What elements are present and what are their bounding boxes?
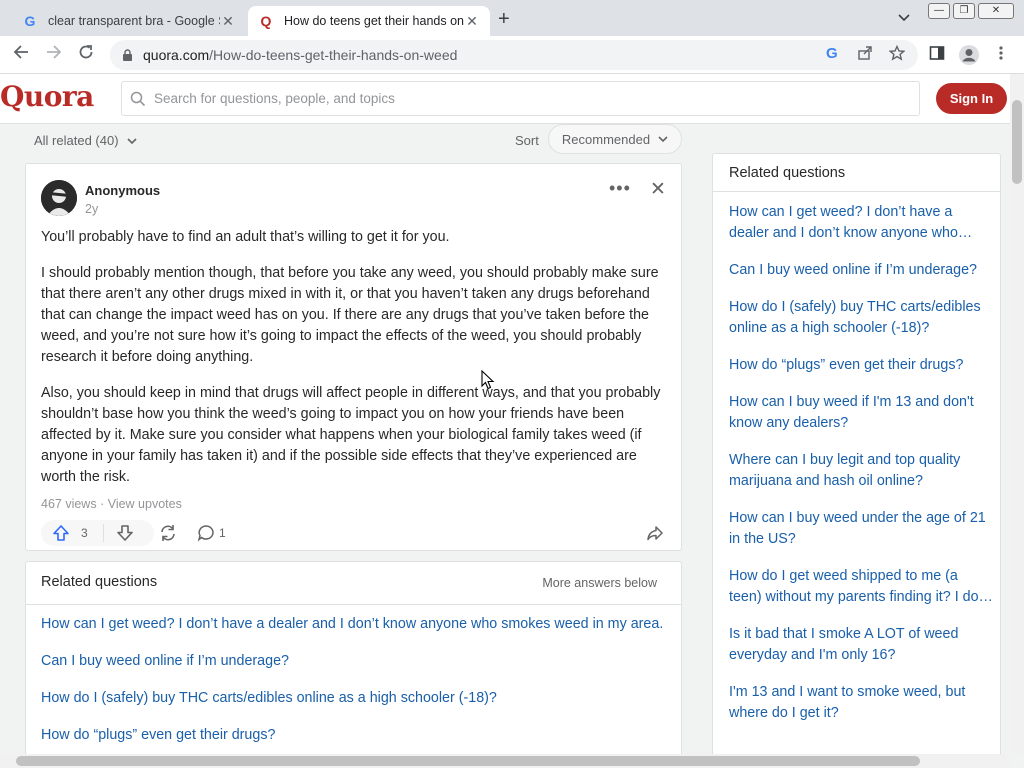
quora-favicon-icon: Q: [260, 13, 272, 29]
upvote-icon[interactable]: [52, 524, 70, 547]
sidebar-question-link[interactable]: How do “plugs” even get their drugs?: [729, 355, 994, 376]
search-icon: [130, 91, 146, 106]
search-placeholder: Search for questions, people, and topics: [154, 91, 395, 106]
sidebar-question-link[interactable]: How can I get weed? I don’t have a deale…: [729, 202, 994, 244]
all-related-dropdown[interactable]: All related (40): [34, 133, 137, 148]
related-question-link[interactable]: How do I (safely) buy THC carts/edibles …: [41, 688, 666, 709]
related-questions-card: Related questions More answers below How…: [25, 561, 682, 761]
close-tab-icon[interactable]: ✕: [220, 13, 236, 30]
related-title: Related questions: [41, 574, 158, 590]
sidebar-question-link[interactable]: How do I get weed shipped to me (a teen)…: [729, 566, 994, 608]
sidebar-question-link[interactable]: How can I buy weed under the age of 21 i…: [729, 508, 994, 550]
horizontal-scroll-thumb[interactable]: [16, 756, 920, 766]
sort-label: Sort: [515, 133, 539, 148]
related-question-link[interactable]: How can I get weed? I don’t have a deale…: [41, 614, 666, 635]
answer-paragraph: You’ll probably have to find an adult th…: [41, 229, 450, 245]
all-related-label: All related (40): [34, 133, 119, 148]
browser-toolbar: quora.com/How-do-teens-get-their-hands-o…: [0, 36, 1024, 74]
answer-actions: 3 1: [41, 520, 671, 546]
horizontal-scrollbar[interactable]: [0, 754, 1010, 768]
downvote-icon[interactable]: [116, 524, 134, 547]
more-options-icon[interactable]: •••: [609, 178, 631, 199]
back-arrow-icon[interactable]: [13, 44, 29, 64]
sidebar-question-link[interactable]: How can I buy weed if I'm 13 and don't k…: [729, 392, 994, 434]
forward-arrow-icon[interactable]: [46, 44, 62, 64]
avatar[interactable]: [41, 180, 77, 216]
sidebar-list: How can I get weed? I don’t have a deale…: [729, 202, 994, 740]
browser-menu-icon[interactable]: [999, 45, 1003, 65]
sidebar-question-link[interactable]: I'm 13 and I want to smoke weed, but whe…: [729, 682, 994, 724]
chevron-down-icon: [127, 138, 137, 145]
related-question-link[interactable]: How do “plugs” even get their drugs?: [41, 725, 666, 746]
author-name[interactable]: Anonymous: [85, 183, 160, 198]
close-tab-icon[interactable]: ✕: [464, 13, 480, 30]
mouse-cursor-icon: [481, 370, 495, 390]
url-text: quora.com/How-do-teens-get-their-hands-o…: [143, 47, 458, 63]
anonymous-avatar-icon: [41, 180, 77, 216]
related-question-link[interactable]: Can I buy weed online if I’m underage?: [41, 651, 666, 672]
tab-title: clear transparent bra - Google Se: [48, 14, 220, 28]
answer-meta: 467 views · View upvotes: [41, 497, 182, 511]
chevron-down-icon: [658, 135, 668, 142]
sidebar-question-link[interactable]: Where can I buy legit and top quality ma…: [729, 450, 994, 492]
upvote-count: 3: [81, 526, 88, 540]
browser-tab-strip: G clear transparent bra - Google Se ✕ Q …: [0, 0, 1024, 36]
sort-row: All related (40) Sort Recommended: [34, 124, 684, 154]
quora-logo[interactable]: Quora: [0, 80, 94, 113]
address-bar[interactable]: quora.com/How-do-teens-get-their-hands-o…: [110, 40, 918, 70]
sort-value: Recommended: [561, 131, 651, 147]
sidebar-question-link[interactable]: How do I (safely) buy THC carts/edibles …: [729, 297, 994, 339]
lock-icon: [123, 49, 132, 61]
sign-in-button[interactable]: Sign In: [936, 83, 1007, 114]
tab-quora[interactable]: Q How do teens get their hands on ✕: [248, 6, 490, 36]
comment-count: 1: [219, 526, 226, 540]
sidebar-title: Related questions: [729, 165, 846, 181]
sidebar-related-questions: Related questions How can I get weed? I …: [712, 153, 1001, 763]
related-list: How can I get weed? I don’t have a deale…: [41, 614, 666, 760]
tab-google-search[interactable]: G clear transparent bra - Google Se ✕: [12, 6, 246, 36]
share-forward-icon[interactable]: [646, 524, 664, 547]
vertical-scroll-thumb[interactable]: [1012, 100, 1022, 184]
sidebar-header: Related questions: [713, 154, 1000, 192]
sort-dropdown[interactable]: Recommended: [548, 124, 682, 154]
sidebar-question-link[interactable]: Can I buy weed online if I’m underage?: [729, 260, 994, 281]
view-upvotes-link[interactable]: View upvotes: [108, 497, 182, 511]
bookmark-star-icon[interactable]: [888, 44, 906, 65]
share-page-icon[interactable]: [857, 45, 873, 65]
share-reshare-icon[interactable]: [158, 523, 178, 548]
search-input[interactable]: Search for questions, people, and topics: [121, 81, 920, 116]
answer-card: Anonymous 2y ••• ✕ You’ll probably have …: [25, 163, 682, 551]
google-favicon-icon: G: [24, 13, 36, 29]
related-header: Related questions More answers below: [26, 562, 681, 605]
answer-age[interactable]: 2y: [85, 202, 98, 216]
vertical-scrollbar[interactable]: [1010, 74, 1024, 754]
view-count: 467 views: [41, 497, 97, 511]
tab-search-chevron-icon[interactable]: [898, 10, 910, 25]
reload-icon[interactable]: [78, 44, 94, 64]
minimize-button[interactable]: —: [928, 3, 950, 19]
sidebar-question-link[interactable]: Is it bad that I smoke A LOT of weed eve…: [729, 624, 994, 666]
quora-header: Quora Search for questions, people, and …: [0, 74, 1010, 124]
comment-icon[interactable]: [197, 524, 215, 547]
dismiss-close-icon[interactable]: ✕: [650, 178, 666, 201]
side-panel-icon[interactable]: [929, 45, 945, 65]
vote-pill: 3: [41, 520, 154, 546]
more-answers-below: More answers below: [542, 576, 657, 590]
vote-divider: [103, 524, 104, 542]
answer-body: You’ll probably have to find an adult th…: [41, 227, 671, 503]
google-lens-icon[interactable]: G: [826, 45, 838, 62]
restore-button[interactable]: ❐: [953, 3, 975, 19]
close-window-button[interactable]: ✕: [978, 3, 1014, 19]
answer-paragraph: I should probably mention though, that b…: [41, 265, 659, 365]
tab-title: How do teens get their hands on: [284, 14, 464, 28]
profile-avatar-icon[interactable]: [959, 45, 979, 69]
new-tab-button[interactable]: +: [498, 8, 510, 31]
answer-paragraph: Also, you should keep in mind that drugs…: [41, 385, 661, 485]
